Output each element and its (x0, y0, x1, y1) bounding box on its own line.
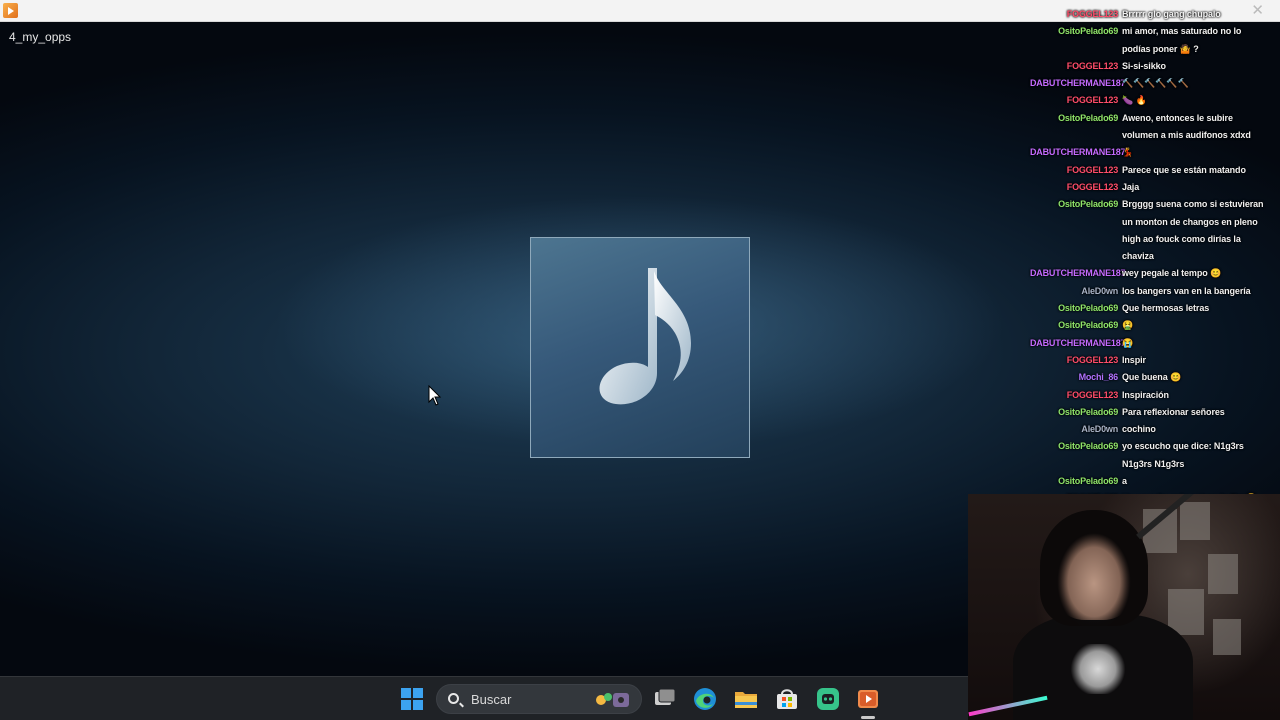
chat-text: Parece que se están matando (1122, 164, 1246, 175)
chat-message: FOGGEL123 Jaja (1030, 179, 1270, 196)
chat-message: DABUTCHERMANE187 💃 (1030, 144, 1270, 161)
chat-text: Jaja (1122, 181, 1140, 192)
discord-icon[interactable] (814, 685, 842, 713)
chat-message: Mochi_86 Que buena 😊 (1030, 369, 1270, 386)
chat-message: FOGGEL123 Inspiración (1030, 387, 1270, 404)
stream-chat-overlay: FOGGEL123 Brrrrr glo gang chupalo OsitoPel… (1030, 6, 1270, 508)
taskbar: Buscar (0, 676, 968, 720)
chat-message: FOGGEL123 Inspir (1030, 352, 1270, 369)
search-icon (448, 693, 459, 704)
chat-username: FOGGEL123 (1066, 60, 1118, 71)
chat-message: OsitoPelado69 a (1030, 473, 1270, 490)
chat-text: Brgggg suena como si estuvieran un monto… (1122, 199, 1264, 262)
chat-username: FOGGEL123 (1066, 354, 1118, 365)
chat-username: AleD0wn (1081, 285, 1118, 296)
chat-message: AleD0wn cochino (1030, 421, 1270, 438)
webcam-feed (968, 494, 1280, 720)
chat-text: mi amor, mas saturado no lo podías poner… (1122, 26, 1242, 54)
music-note-icon (599, 268, 691, 405)
chat-username: AleD0wn (1081, 424, 1118, 435)
chat-message: OsitoPelado69 Aweno, entonces le subire v… (1030, 110, 1270, 145)
chat-username: DABUTCHERMANE187 (1030, 268, 1126, 279)
chat-message: OsitoPelado69 Para reflexionar señores (1030, 404, 1270, 421)
album-art-placeholder (530, 237, 750, 458)
chat-username: Mochi_86 (1078, 372, 1119, 383)
taskbar-search[interactable]: Buscar (436, 684, 642, 714)
chat-text: wey pegale al tempo 😊 (1122, 268, 1222, 279)
chat-username: OsitoPelado69 (1058, 320, 1118, 331)
chat-username: OsitoPelado69 (1058, 406, 1118, 417)
chat-username: OsitoPelado69 (1058, 112, 1118, 123)
chat-text: Que hermosas letras (1122, 303, 1210, 314)
chat-message: FOGGEL123 🍆 🔥 (1030, 92, 1270, 109)
chat-text: Que buena 😊 (1122, 372, 1182, 383)
chat-username: DABUTCHERMANE187 (1030, 78, 1126, 89)
search-placeholder: Buscar (471, 692, 512, 707)
chat-username: FOGGEL123 (1066, 181, 1118, 192)
chat-message: FOGGEL123 Brrrrr glo gang chupalo (1030, 6, 1270, 23)
edge-icon[interactable] (691, 685, 719, 713)
chat-message: DABUTCHERMANE187 wey pegale al tempo 😊 (1030, 265, 1270, 282)
chat-text: Si-si-sikko (1122, 60, 1166, 71)
mouse-cursor-icon (428, 385, 442, 406)
windows-start-icon[interactable] (398, 685, 426, 713)
chat-message: OsitoPelado69 Brgggg suena como si estuvi… (1030, 196, 1270, 265)
chat-username: FOGGEL123 (1066, 389, 1118, 400)
chat-message: FOGGEL123 Parece que se están matando (1030, 162, 1270, 179)
media-player-icon[interactable] (854, 685, 882, 713)
chat-message: OsitoPelado69 Que hermosas letras (1030, 300, 1270, 317)
chat-text: Inspir (1122, 354, 1146, 365)
chat-username: OsitoPelado69 (1058, 26, 1118, 37)
chat-text: Para reflexionar señores (1122, 406, 1225, 417)
chat-message: DABUTCHERMANE187 😭 (1030, 335, 1270, 352)
chat-message: OsitoPelado69 yo escucho que dice: N1g3rs… (1030, 438, 1270, 473)
chat-username: FOGGEL123 (1066, 9, 1118, 19)
task-view-icon[interactable] (651, 685, 679, 713)
chat-message: DABUTCHERMANE187 🔨🔨🔨🔨🔨🔨 (1030, 75, 1270, 92)
chat-text: 💃 (1122, 147, 1134, 158)
chat-text: Inspiración (1122, 389, 1169, 400)
chat-text: 🤮 (1122, 320, 1134, 331)
file-explorer-icon[interactable] (732, 685, 760, 713)
chat-username: OsitoPelado69 (1058, 476, 1118, 487)
chat-text: Brrrrr glo gang chupalo (1122, 9, 1221, 19)
active-app-indicator (861, 716, 875, 719)
store-icon[interactable] (773, 685, 801, 713)
chat-message: AleD0wn los bangers van en la bangería (1030, 283, 1270, 300)
chat-username: DABUTCHERMANE187 (1030, 337, 1126, 348)
chat-text: 😭 (1122, 337, 1134, 348)
chat-text: yo escucho que dice: N1g3rs N1g3rs N1g3r… (1122, 441, 1244, 469)
media-title: 4_my_opps (9, 30, 72, 44)
chat-text: los bangers van en la bangería (1122, 285, 1251, 296)
chat-username: OsitoPelado69 (1058, 441, 1118, 452)
chat-text: a (1122, 476, 1127, 487)
chat-text: 🔨🔨🔨🔨🔨🔨 (1122, 78, 1189, 89)
chat-message: OsitoPelado69 mi amor, mas saturado no lo… (1030, 23, 1270, 58)
chat-username: FOGGEL123 (1066, 95, 1118, 106)
search-highlight-icon (596, 693, 629, 707)
chat-username: FOGGEL123 (1066, 164, 1118, 175)
chat-username: OsitoPelado69 (1058, 303, 1118, 314)
chat-text: cochino (1122, 424, 1156, 435)
chat-message: OsitoPelado69 🤮 (1030, 317, 1270, 334)
chat-message: FOGGEL123 Si-si-sikko (1030, 58, 1270, 75)
chat-text: 🍆 🔥 (1122, 95, 1147, 106)
chat-text: Aweno, entonces le subire volumen a mis … (1122, 112, 1251, 141)
chat-username: DABUTCHERMANE187 (1030, 147, 1126, 158)
chat-username: OsitoPelado69 (1058, 199, 1118, 210)
media-player-icon (3, 3, 18, 18)
